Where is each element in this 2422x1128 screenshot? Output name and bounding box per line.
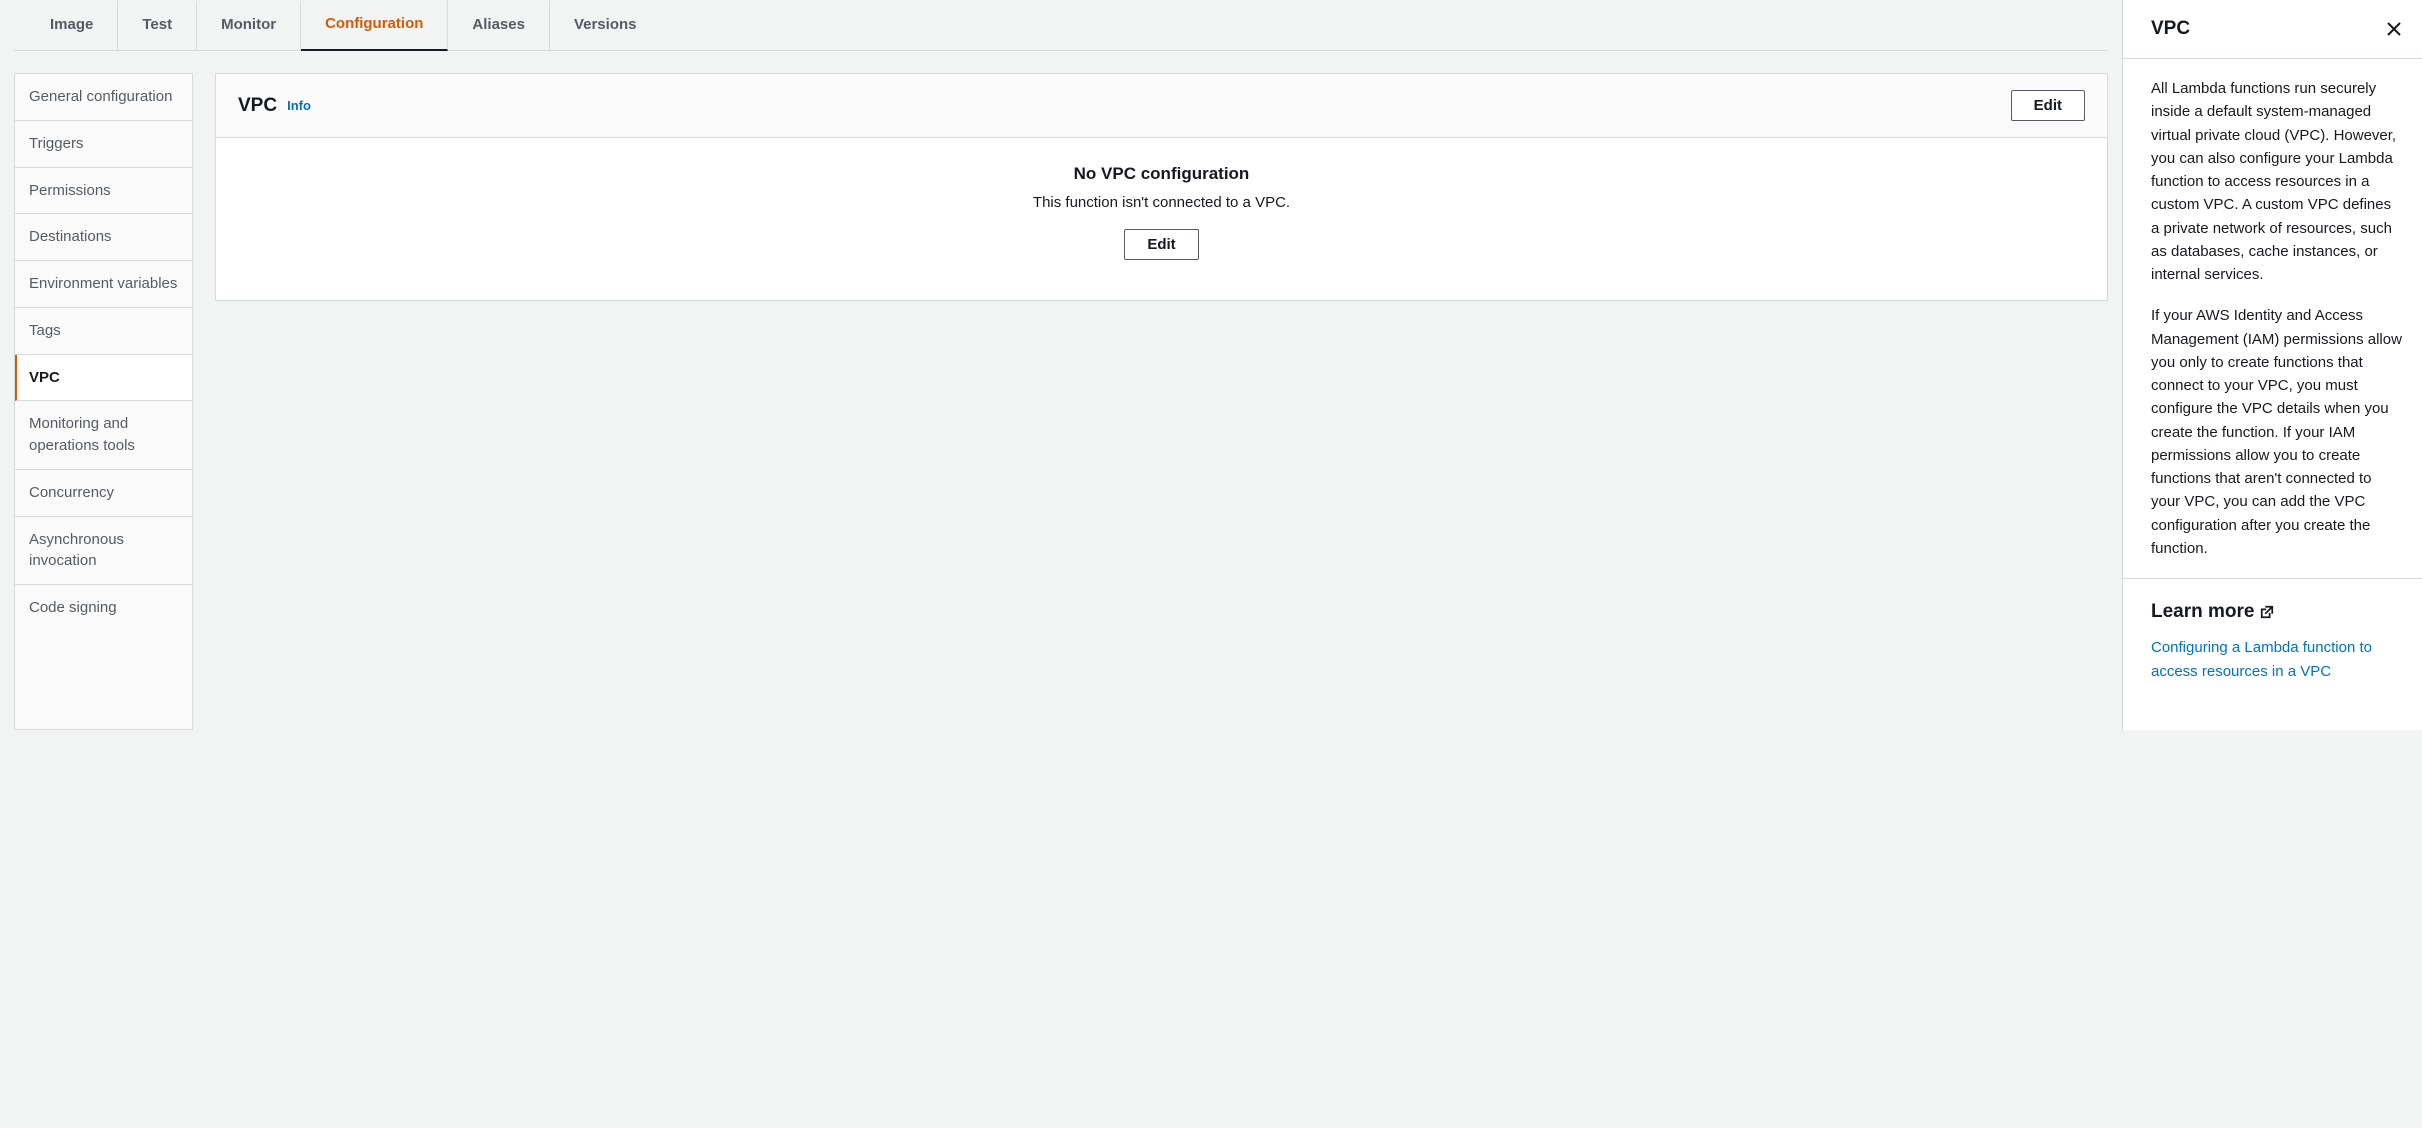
sidebar-item-destinations[interactable]: Destinations <box>15 214 192 261</box>
tab-versions[interactable]: Versions <box>550 1 661 50</box>
close-icon[interactable] <box>2386 21 2402 37</box>
help-paragraph-1: All Lambda functions run securely inside… <box>2151 77 2402 286</box>
panel-title: VPC <box>238 95 277 117</box>
tab-image[interactable]: Image <box>26 1 118 50</box>
vpc-panel: VPC Info Edit No VPC configuration This … <box>215 73 2108 301</box>
sidebar-item-permissions[interactable]: Permissions <box>15 168 192 215</box>
top-tabs: Image Test Monitor Configuration Aliases… <box>14 0 2108 51</box>
help-paragraph-2: If your AWS Identity and Access Manageme… <box>2151 304 2402 560</box>
help-panel: VPC All Lambda functions run securely in… <box>2122 0 2422 730</box>
tab-monitor[interactable]: Monitor <box>197 1 301 50</box>
help-link-configure-vpc[interactable]: Configuring a Lambda function to access … <box>2151 636 2402 683</box>
sidebar-item-environment-variables[interactable]: Environment variables <box>15 261 192 308</box>
sidebar-item-triggers[interactable]: Triggers <box>15 121 192 168</box>
sidebar-item-asynchronous-invocation[interactable]: Asynchronous invocation <box>15 517 192 586</box>
edit-button-body[interactable]: Edit <box>1124 229 1198 260</box>
help-title: VPC <box>2151 18 2190 40</box>
sidebar-item-vpc[interactable]: VPC <box>15 355 192 402</box>
sidebar-item-monitoring-and-operations-tools[interactable]: Monitoring and operations tools <box>15 401 192 470</box>
edit-button-header[interactable]: Edit <box>2011 90 2085 121</box>
empty-state-text: This function isn't connected to a VPC. <box>238 194 2085 211</box>
external-link-icon <box>2260 605 2274 619</box>
sidebar-item-concurrency[interactable]: Concurrency <box>15 470 192 517</box>
sidebar-item-general-configuration[interactable]: General configuration <box>15 74 192 121</box>
tab-aliases[interactable]: Aliases <box>448 1 550 50</box>
help-body: All Lambda functions run securely inside… <box>2123 59 2422 579</box>
info-link[interactable]: Info <box>287 98 311 113</box>
learn-more-heading: Learn more <box>2151 597 2402 626</box>
sidebar-item-code-signing[interactable]: Code signing <box>15 585 192 631</box>
sidebar-item-tags[interactable]: Tags <box>15 308 192 355</box>
config-side-nav: General configuration Triggers Permissio… <box>14 73 193 730</box>
empty-state-title: No VPC configuration <box>238 164 2085 184</box>
panel-header: VPC Info Edit <box>216 74 2107 138</box>
tab-test[interactable]: Test <box>118 1 197 50</box>
tab-configuration[interactable]: Configuration <box>301 0 448 51</box>
panel-body: No VPC configuration This function isn't… <box>216 138 2107 300</box>
help-learn-more-section: Learn more Configuring a Lambda function… <box>2123 579 2422 701</box>
learn-more-label: Learn more <box>2151 597 2254 626</box>
help-header: VPC <box>2123 0 2422 59</box>
